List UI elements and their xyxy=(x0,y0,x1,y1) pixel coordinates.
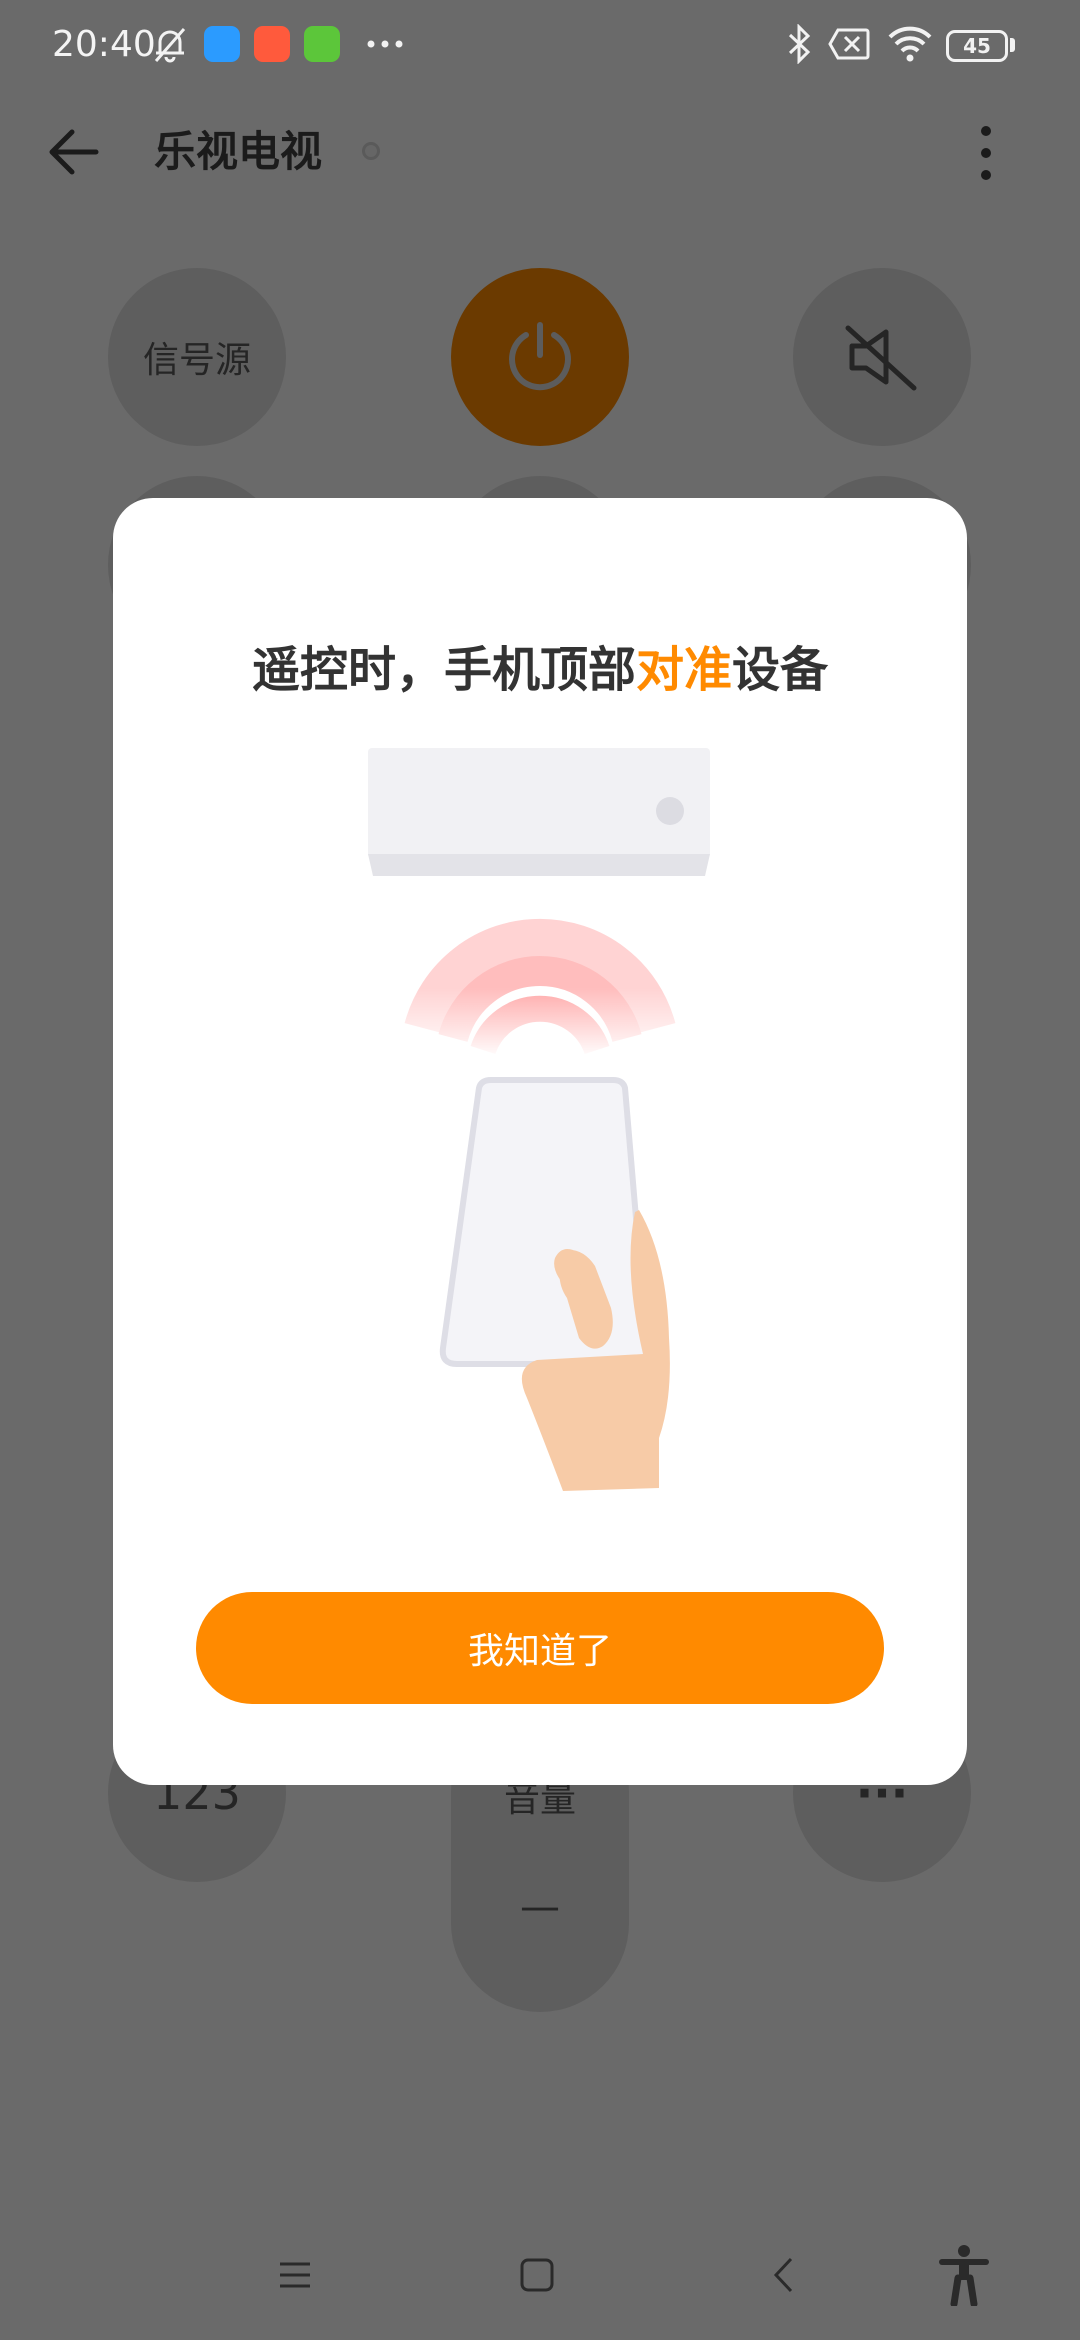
more-menu-button[interactable] xyxy=(964,122,1008,184)
more-vert-icon xyxy=(981,126,991,180)
app-badge-green xyxy=(304,24,340,64)
nav-home-button[interactable] xyxy=(512,2250,562,2300)
status-time: 20:40 xyxy=(52,24,156,65)
battery-icon: 45 xyxy=(946,30,1008,62)
accessibility-icon xyxy=(939,2245,989,2306)
wifi-icon xyxy=(884,24,936,64)
speaker-mute-icon xyxy=(845,325,917,391)
nav-menu-button[interactable] xyxy=(270,2250,320,2300)
source-label: 信号源 xyxy=(142,340,251,381)
sim-off-icon xyxy=(826,24,872,64)
back-chevron-icon xyxy=(773,2257,793,2293)
more-dots-icon xyxy=(362,24,408,64)
mute-button[interactable] xyxy=(793,268,971,446)
power-icon xyxy=(509,322,571,391)
app-badge-red xyxy=(254,24,290,64)
nav-accessibility-button[interactable] xyxy=(934,2240,994,2310)
page-title: 乐视电视 xyxy=(154,127,323,176)
phone-icon xyxy=(439,1077,651,1367)
device-status-dot xyxy=(362,142,380,160)
battery-level: 45 xyxy=(963,34,991,58)
back-button[interactable] xyxy=(44,124,108,180)
volume-down-button[interactable]: — xyxy=(451,1884,629,1930)
bluetooth-icon xyxy=(784,24,814,64)
power-button[interactable] xyxy=(451,268,629,446)
battery-tip xyxy=(1010,38,1015,52)
arrow-left-icon xyxy=(49,129,99,175)
phone-pointing-at-ac-illustration xyxy=(368,748,710,1491)
mute-bell-icon xyxy=(150,24,190,64)
nav-back-button[interactable] xyxy=(758,2250,808,2300)
signal-waves-icon xyxy=(393,918,693,1058)
air-conditioner-icon xyxy=(368,748,710,876)
source-button[interactable]: 信号源 xyxy=(108,268,286,446)
home-square-icon xyxy=(520,2258,554,2292)
menu-icon xyxy=(280,2262,310,2288)
remote-tip-dialog: 遥控时，手机顶部对准设备 我知道了 xyxy=(113,498,967,1785)
app-badge-blue xyxy=(204,24,240,64)
confirm-button[interactable]: 我知道了 xyxy=(196,1592,884,1704)
